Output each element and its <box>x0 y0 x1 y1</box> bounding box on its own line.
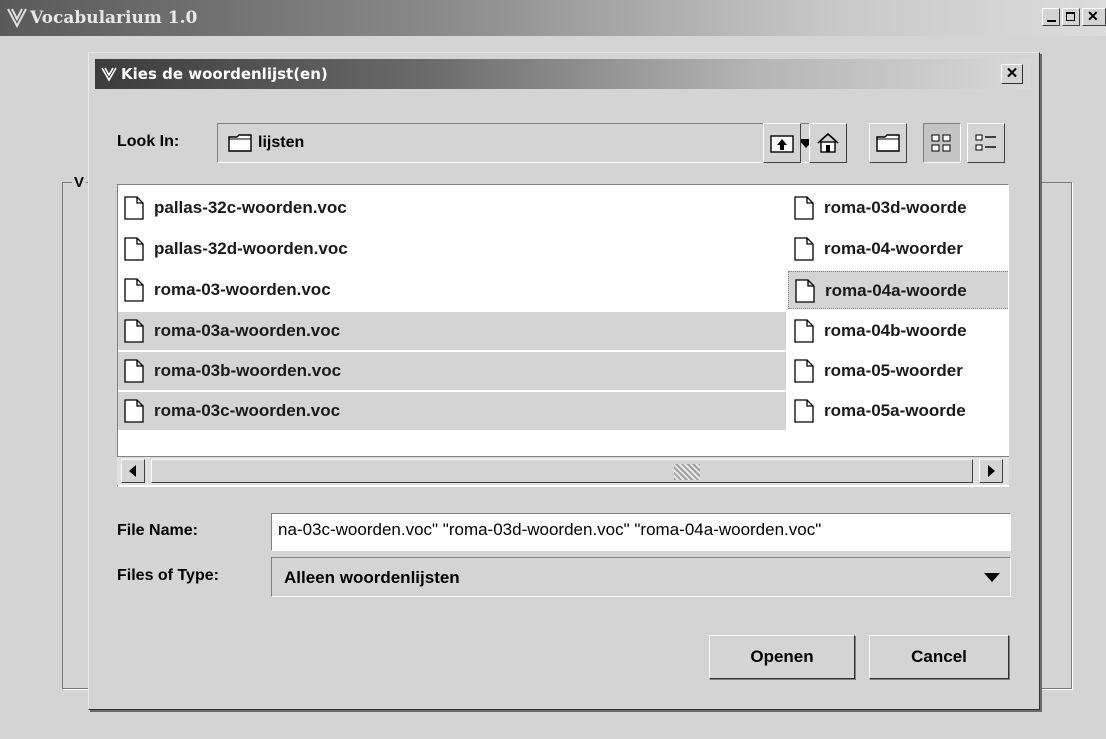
file-list[interactable]: pallas-32c-woorden.voc pallas-32d-woorde… <box>117 184 1009 487</box>
file-icon <box>794 196 814 220</box>
arrow-left-icon <box>129 465 136 477</box>
up-folder-button[interactable] <box>763 123 801 163</box>
file-item[interactable]: roma-04a-woorde <box>788 271 1008 309</box>
scrollbar-thumb[interactable] <box>151 459 973 483</box>
file-item[interactable]: roma-03d-woorde <box>788 189 1008 227</box>
minimize-button[interactable] <box>1042 8 1060 26</box>
file-item[interactable]: roma-03-woorden.voc <box>118 271 786 309</box>
background-group-label: V <box>72 174 87 191</box>
horizontal-scrollbar[interactable] <box>117 456 1009 485</box>
new-folder-icon <box>876 134 900 152</box>
look-in-value: lijsten <box>258 134 305 151</box>
maximize-icon <box>1066 12 1075 21</box>
file-name: roma-03d-woorde <box>824 198 967 217</box>
file-icon <box>124 359 144 383</box>
scroll-right-button[interactable] <box>979 459 1003 483</box>
file-item[interactable]: roma-03c-woorden.voc <box>118 392 786 430</box>
files-of-type-value: Alleen woordenlijsten <box>284 568 460 587</box>
file-icon <box>795 279 815 303</box>
file-name: pallas-32c-woorden.voc <box>154 198 347 217</box>
file-item[interactable]: pallas-32c-woorden.voc <box>118 189 786 227</box>
file-name: roma-03-woorden.voc <box>154 280 331 299</box>
dialog-title-bar: Kies de woordenlijst(en) ✕ <box>95 59 1031 89</box>
scroll-grip-icon <box>674 464 700 480</box>
close-icon: ✕ <box>1005 65 1019 82</box>
new-folder-button[interactable] <box>869 123 907 163</box>
up-folder-icon <box>770 135 794 153</box>
minimize-icon <box>1047 20 1056 22</box>
folder-icon <box>228 134 252 152</box>
file-name: roma-04a-woorde <box>825 281 967 300</box>
app-logo-icon <box>7 8 27 28</box>
list-view-icon <box>931 134 951 152</box>
file-name: roma-04b-woorde <box>824 321 967 340</box>
file-name: roma-04-woorder <box>824 239 963 258</box>
file-name-field[interactable]: na-03c-woorden.voc" "roma-03d-woorden.vo… <box>271 513 1011 551</box>
scroll-left-button[interactable] <box>121 459 145 483</box>
details-view-button[interactable] <box>967 123 1005 163</box>
dialog-close-button[interactable]: ✕ <box>1001 64 1023 84</box>
main-title-bar: Vocabularium 1.0 ✕ <box>0 0 1106 36</box>
open-button[interactable]: Openen <box>709 635 855 679</box>
arrow-right-icon <box>988 465 995 477</box>
file-icon <box>794 237 814 261</box>
chevron-down-icon <box>984 573 1000 582</box>
file-icon <box>794 319 814 343</box>
home-button[interactable] <box>809 123 847 163</box>
file-item[interactable]: pallas-32d-woorden.voc <box>118 230 786 268</box>
window-close-button[interactable]: ✕ <box>1082 8 1106 26</box>
file-item[interactable]: roma-05a-woorde <box>788 392 1008 430</box>
file-icon <box>124 237 144 261</box>
file-name: roma-03a-woorden.voc <box>154 321 341 340</box>
home-icon <box>817 132 839 153</box>
file-chooser-dialog: Kies de woordenlijst(en) ✕ Look In: lijs… <box>88 52 1040 710</box>
file-icon <box>794 399 814 423</box>
look-in-label: Look In: <box>117 133 180 150</box>
file-name: roma-05-woorder <box>824 361 963 380</box>
list-view-button[interactable] <box>923 123 961 163</box>
file-name-label: File Name: <box>117 522 198 539</box>
file-name: pallas-32d-woorden.voc <box>154 239 348 258</box>
look-in-combo[interactable]: lijsten <box>217 123 825 163</box>
file-name: roma-03c-woorden.voc <box>154 401 341 420</box>
file-item[interactable]: roma-04b-woorde <box>788 312 1008 350</box>
dialog-title: Kies de woordenlijst(en) <box>121 65 328 83</box>
files-of-type-combo[interactable]: Alleen woordenlijsten <box>271 557 1011 597</box>
details-view-icon <box>975 134 996 151</box>
maximize-button[interactable] <box>1062 8 1080 26</box>
file-item[interactable]: roma-04-woorder <box>788 230 1008 268</box>
file-item[interactable]: roma-05-woorder <box>788 352 1008 390</box>
file-name: roma-05a-woorde <box>824 401 966 420</box>
cancel-button[interactable]: Cancel <box>869 635 1009 679</box>
file-icon <box>124 319 144 343</box>
file-icon <box>124 399 144 423</box>
main-window-title: Vocabularium 1.0 <box>30 8 198 28</box>
file-icon <box>124 278 144 302</box>
file-name: roma-03b-woorden.voc <box>154 361 342 380</box>
file-item[interactable]: roma-03b-woorden.voc <box>118 352 786 390</box>
file-icon <box>124 196 144 220</box>
file-item[interactable]: roma-03a-woorden.voc <box>118 312 786 350</box>
close-icon: ✕ <box>1087 8 1099 24</box>
file-icon <box>794 359 814 383</box>
dialog-logo-icon <box>101 67 117 82</box>
files-of-type-label: Files of Type: <box>117 567 219 584</box>
